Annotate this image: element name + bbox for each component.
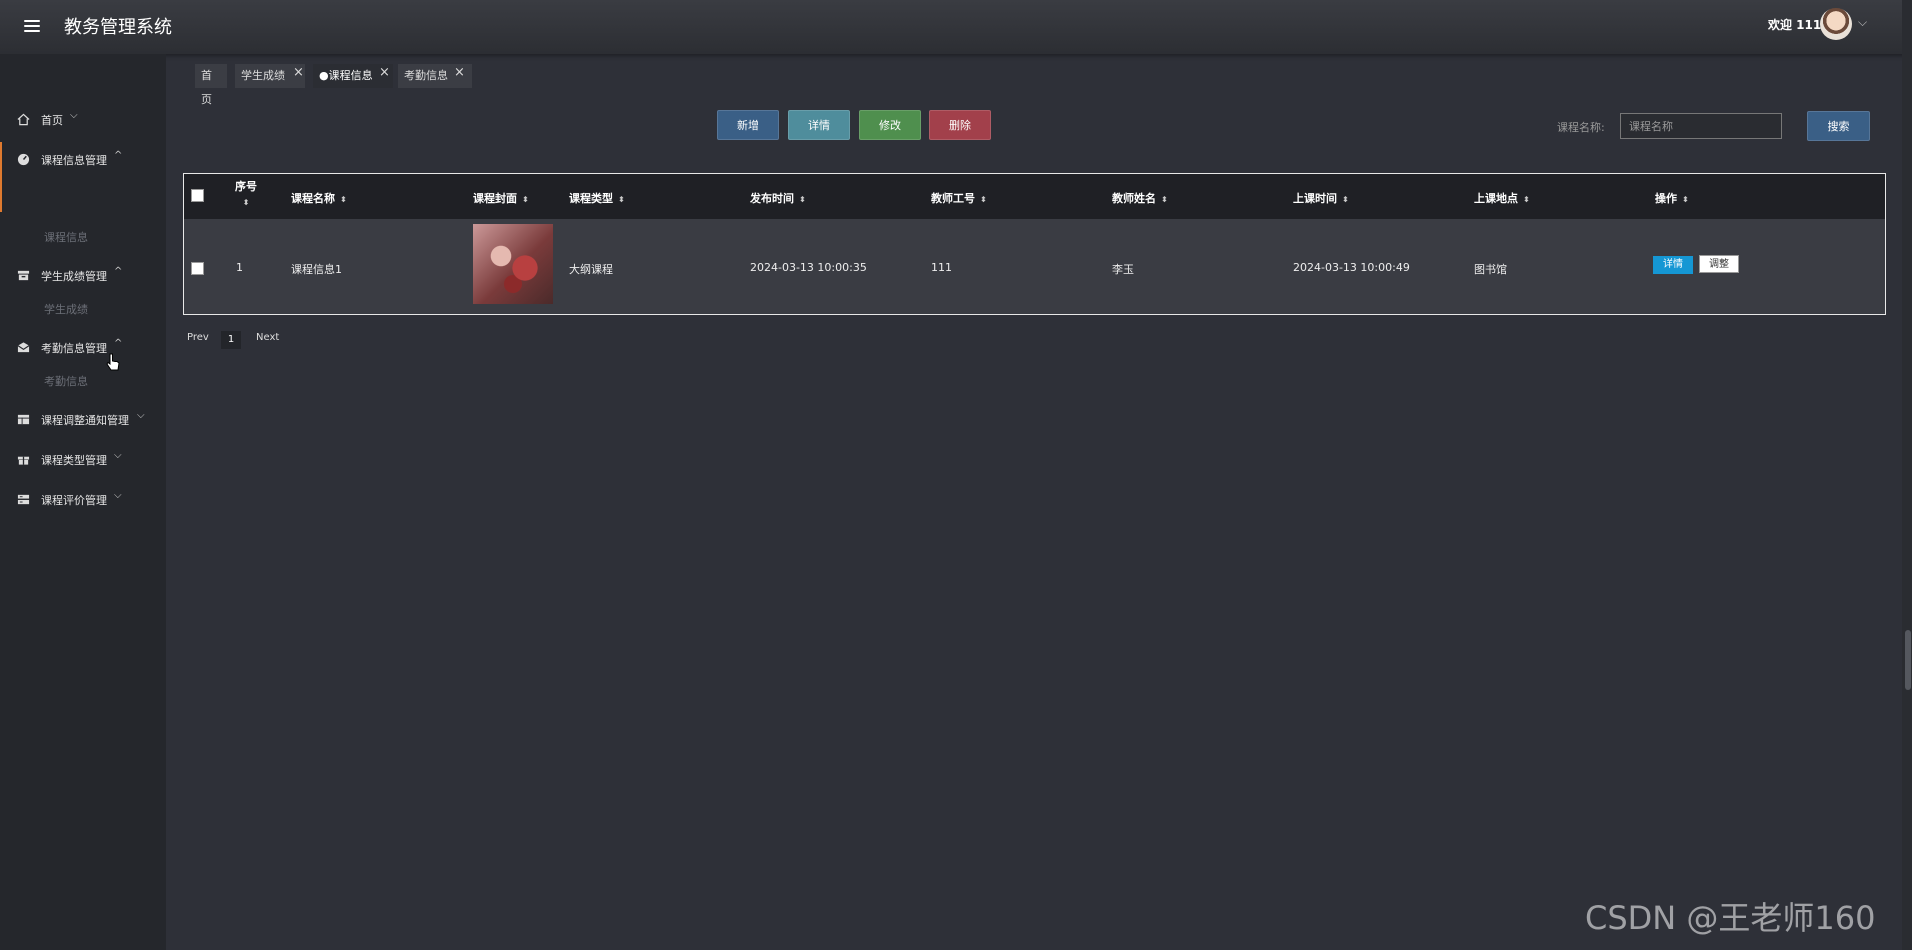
column-header-actions[interactable]: 操作 ⬍ (1655, 190, 1689, 206)
pagination-prev[interactable]: Prev (187, 332, 209, 343)
cell-publish-time: 2024-03-13 10:00:35 (750, 261, 867, 274)
sidebar-item-course-review[interactable]: 课程评价管理 ⌵ (0, 484, 166, 514)
tab-home[interactable]: 首页 (195, 64, 227, 106)
course-cover-image[interactable] (473, 224, 553, 304)
sort-icon[interactable]: ⬍ (980, 195, 987, 204)
welcome-text: 欢迎 111 (1768, 18, 1822, 32)
search-button[interactable]: 搜索 (1807, 111, 1870, 141)
column-header-publish-time[interactable]: 发布时间 ⬍ (750, 190, 806, 206)
chevron-up-icon: ^ (114, 338, 123, 349)
sidebar-item-label: 课程信息管理 (41, 154, 107, 167)
sort-icon[interactable]: ⬍ (1523, 195, 1530, 204)
column-header-location[interactable]: 上课地点 ⬍ (1474, 190, 1530, 206)
sidebar-item-course-type[interactable]: 课程类型管理 ⌵ (0, 444, 166, 474)
scrollbar[interactable] (1902, 0, 1912, 950)
search-label: 课程名称: (1557, 121, 1605, 134)
chevron-down-icon: ⌵ (114, 450, 122, 461)
sidebar-item-adjust-notice[interactable]: 课程调整通知管理 ⌵ (0, 404, 166, 434)
pagination-next[interactable]: Next (256, 332, 279, 343)
watermark: CSDN @王老师160 (1585, 899, 1876, 937)
sidebar-item-label: 课程调整通知管理 (41, 414, 129, 427)
close-icon[interactable]: × (293, 61, 304, 85)
sort-icon[interactable]: ⬍ (1161, 195, 1168, 204)
submenu-item-grades[interactable]: 学生成绩 (44, 301, 88, 317)
list-icon (16, 492, 30, 506)
select-all-checkbox[interactable] (191, 189, 204, 202)
row-detail-button[interactable]: 详情 (1653, 256, 1693, 274)
sidebar-item-label: 学生成绩管理 (41, 270, 107, 283)
hamburger-menu-icon[interactable] (24, 17, 40, 37)
sidebar-item-label: 课程评价管理 (41, 494, 107, 507)
delete-button[interactable]: 删除 (929, 110, 991, 140)
chevron-up-icon: ^ (114, 266, 123, 277)
tab-label: 首页 (201, 69, 212, 106)
column-header-teacher-name[interactable]: 教师姓名 ⬍ (1112, 190, 1168, 206)
user-avatar[interactable] (1820, 8, 1852, 40)
tab-grades[interactable]: 学生成绩 × (235, 64, 305, 88)
detail-button[interactable]: 详情 (788, 110, 850, 140)
cell-teacher-id: 111 (931, 261, 952, 274)
sort-icon[interactable]: ⬍ (799, 195, 806, 204)
column-header-class-time[interactable]: 上课时间 ⬍ (1293, 190, 1349, 206)
sort-icon[interactable]: ⬍ (340, 195, 347, 204)
gift-icon (16, 452, 30, 466)
course-name-search-input[interactable] (1620, 113, 1782, 139)
submenu-item-attendance[interactable]: 考勤信息 (44, 373, 88, 389)
tab-label: ●课程信息 (319, 69, 373, 82)
submenu-item-course-info[interactable]: 课程信息 (44, 229, 88, 245)
chevron-down-icon: ⌵ (114, 490, 122, 501)
sidebar-item-label: 课程类型管理 (41, 454, 107, 467)
archive-icon (16, 268, 30, 282)
row-checkbox[interactable] (191, 262, 204, 275)
tab-label: 考勤信息 (404, 69, 448, 82)
column-header-course-name[interactable]: 课程名称 ⬍ (291, 190, 347, 206)
sort-icon[interactable]: ⬍ (1342, 195, 1349, 204)
column-header-cover[interactable]: 课程封面 ⬍ (473, 190, 529, 206)
gauge-icon (16, 152, 30, 166)
chevron-down-icon: ⌵ (137, 410, 145, 421)
mail-icon (16, 340, 30, 354)
sidebar-item-home[interactable]: 首页 ⌵ (0, 104, 166, 134)
chevron-down-icon[interactable]: ⌵ (1858, 15, 1867, 30)
column-header-index[interactable]: 序号 ⬍ (235, 179, 257, 210)
cell-course-type: 大纲课程 (569, 263, 613, 276)
cell-index: 1 (236, 261, 243, 274)
course-table: 序号 ⬍ 课程名称 ⬍ 课程封面 ⬍ 课程类型 ⬍ 发布时间 ⬍ 教师工号 ⬍ 教师姓名 ⬍ … (183, 173, 1886, 315)
cell-course-name: 课程信息1 (291, 263, 342, 276)
sidebar-item-grades[interactable]: 学生成绩管理 ^ (0, 260, 166, 290)
sort-icon[interactable]: ⬍ (618, 195, 625, 204)
home-icon (16, 112, 30, 126)
cell-class-time: 2024-03-13 10:00:49 (1293, 261, 1410, 274)
app-title: 教务管理系统 (64, 17, 172, 38)
column-header-course-type[interactable]: 课程类型 ⬍ (569, 190, 625, 206)
sidebar: 首页 ⌵ 课程信息管理 ^ 课程信息 学生成绩管理 ^ 学生成绩 考勤信息管理 … (0, 54, 166, 950)
close-icon[interactable]: × (379, 61, 390, 85)
pagination-page-1[interactable]: 1 (221, 331, 241, 349)
table-icon (16, 412, 30, 426)
tab-course-info[interactable]: ●课程信息 × (313, 64, 393, 88)
add-button[interactable]: 新增 (717, 110, 779, 140)
cell-teacher-name: 李玉 (1112, 263, 1134, 276)
sidebar-item-attendance[interactable]: 考勤信息管理 ^ (0, 332, 166, 362)
close-icon[interactable]: × (454, 61, 465, 85)
sort-icon[interactable]: ⬍ (243, 198, 250, 207)
top-header: 教务管理系统 欢迎 111 ⌵ (0, 0, 1912, 54)
sidebar-item-label: 考勤信息管理 (41, 342, 107, 355)
table-header: 序号 ⬍ 课程名称 ⬍ 课程封面 ⬍ 课程类型 ⬍ 发布时间 ⬍ 教师工号 ⬍ 教师姓名 ⬍ … (184, 174, 1885, 219)
sort-icon[interactable]: ⬍ (522, 195, 529, 204)
mouse-cursor-icon (106, 353, 120, 371)
chevron-up-icon: ^ (114, 150, 123, 161)
tab-attendance[interactable]: 考勤信息 × (398, 64, 472, 88)
table-row[interactable]: 1 课程信息1 大纲课程 2024-03-13 10:00:35 111 李玉 … (184, 219, 1885, 314)
scrollbar-thumb[interactable] (1905, 630, 1911, 690)
column-header-teacher-id[interactable]: 教师工号 ⬍ (931, 190, 987, 206)
tab-label: 学生成绩 (241, 69, 285, 82)
sidebar-item-label: 首页 (41, 114, 63, 127)
cell-location: 图书馆 (1474, 263, 1507, 276)
edit-button[interactable]: 修改 (859, 110, 921, 140)
chevron-down-icon: ⌵ (70, 110, 78, 121)
sort-icon[interactable]: ⬍ (1682, 195, 1689, 204)
sidebar-item-course-info[interactable]: 课程信息管理 ^ (0, 142, 166, 212)
row-adjust-button[interactable]: 调整 (1699, 255, 1739, 273)
